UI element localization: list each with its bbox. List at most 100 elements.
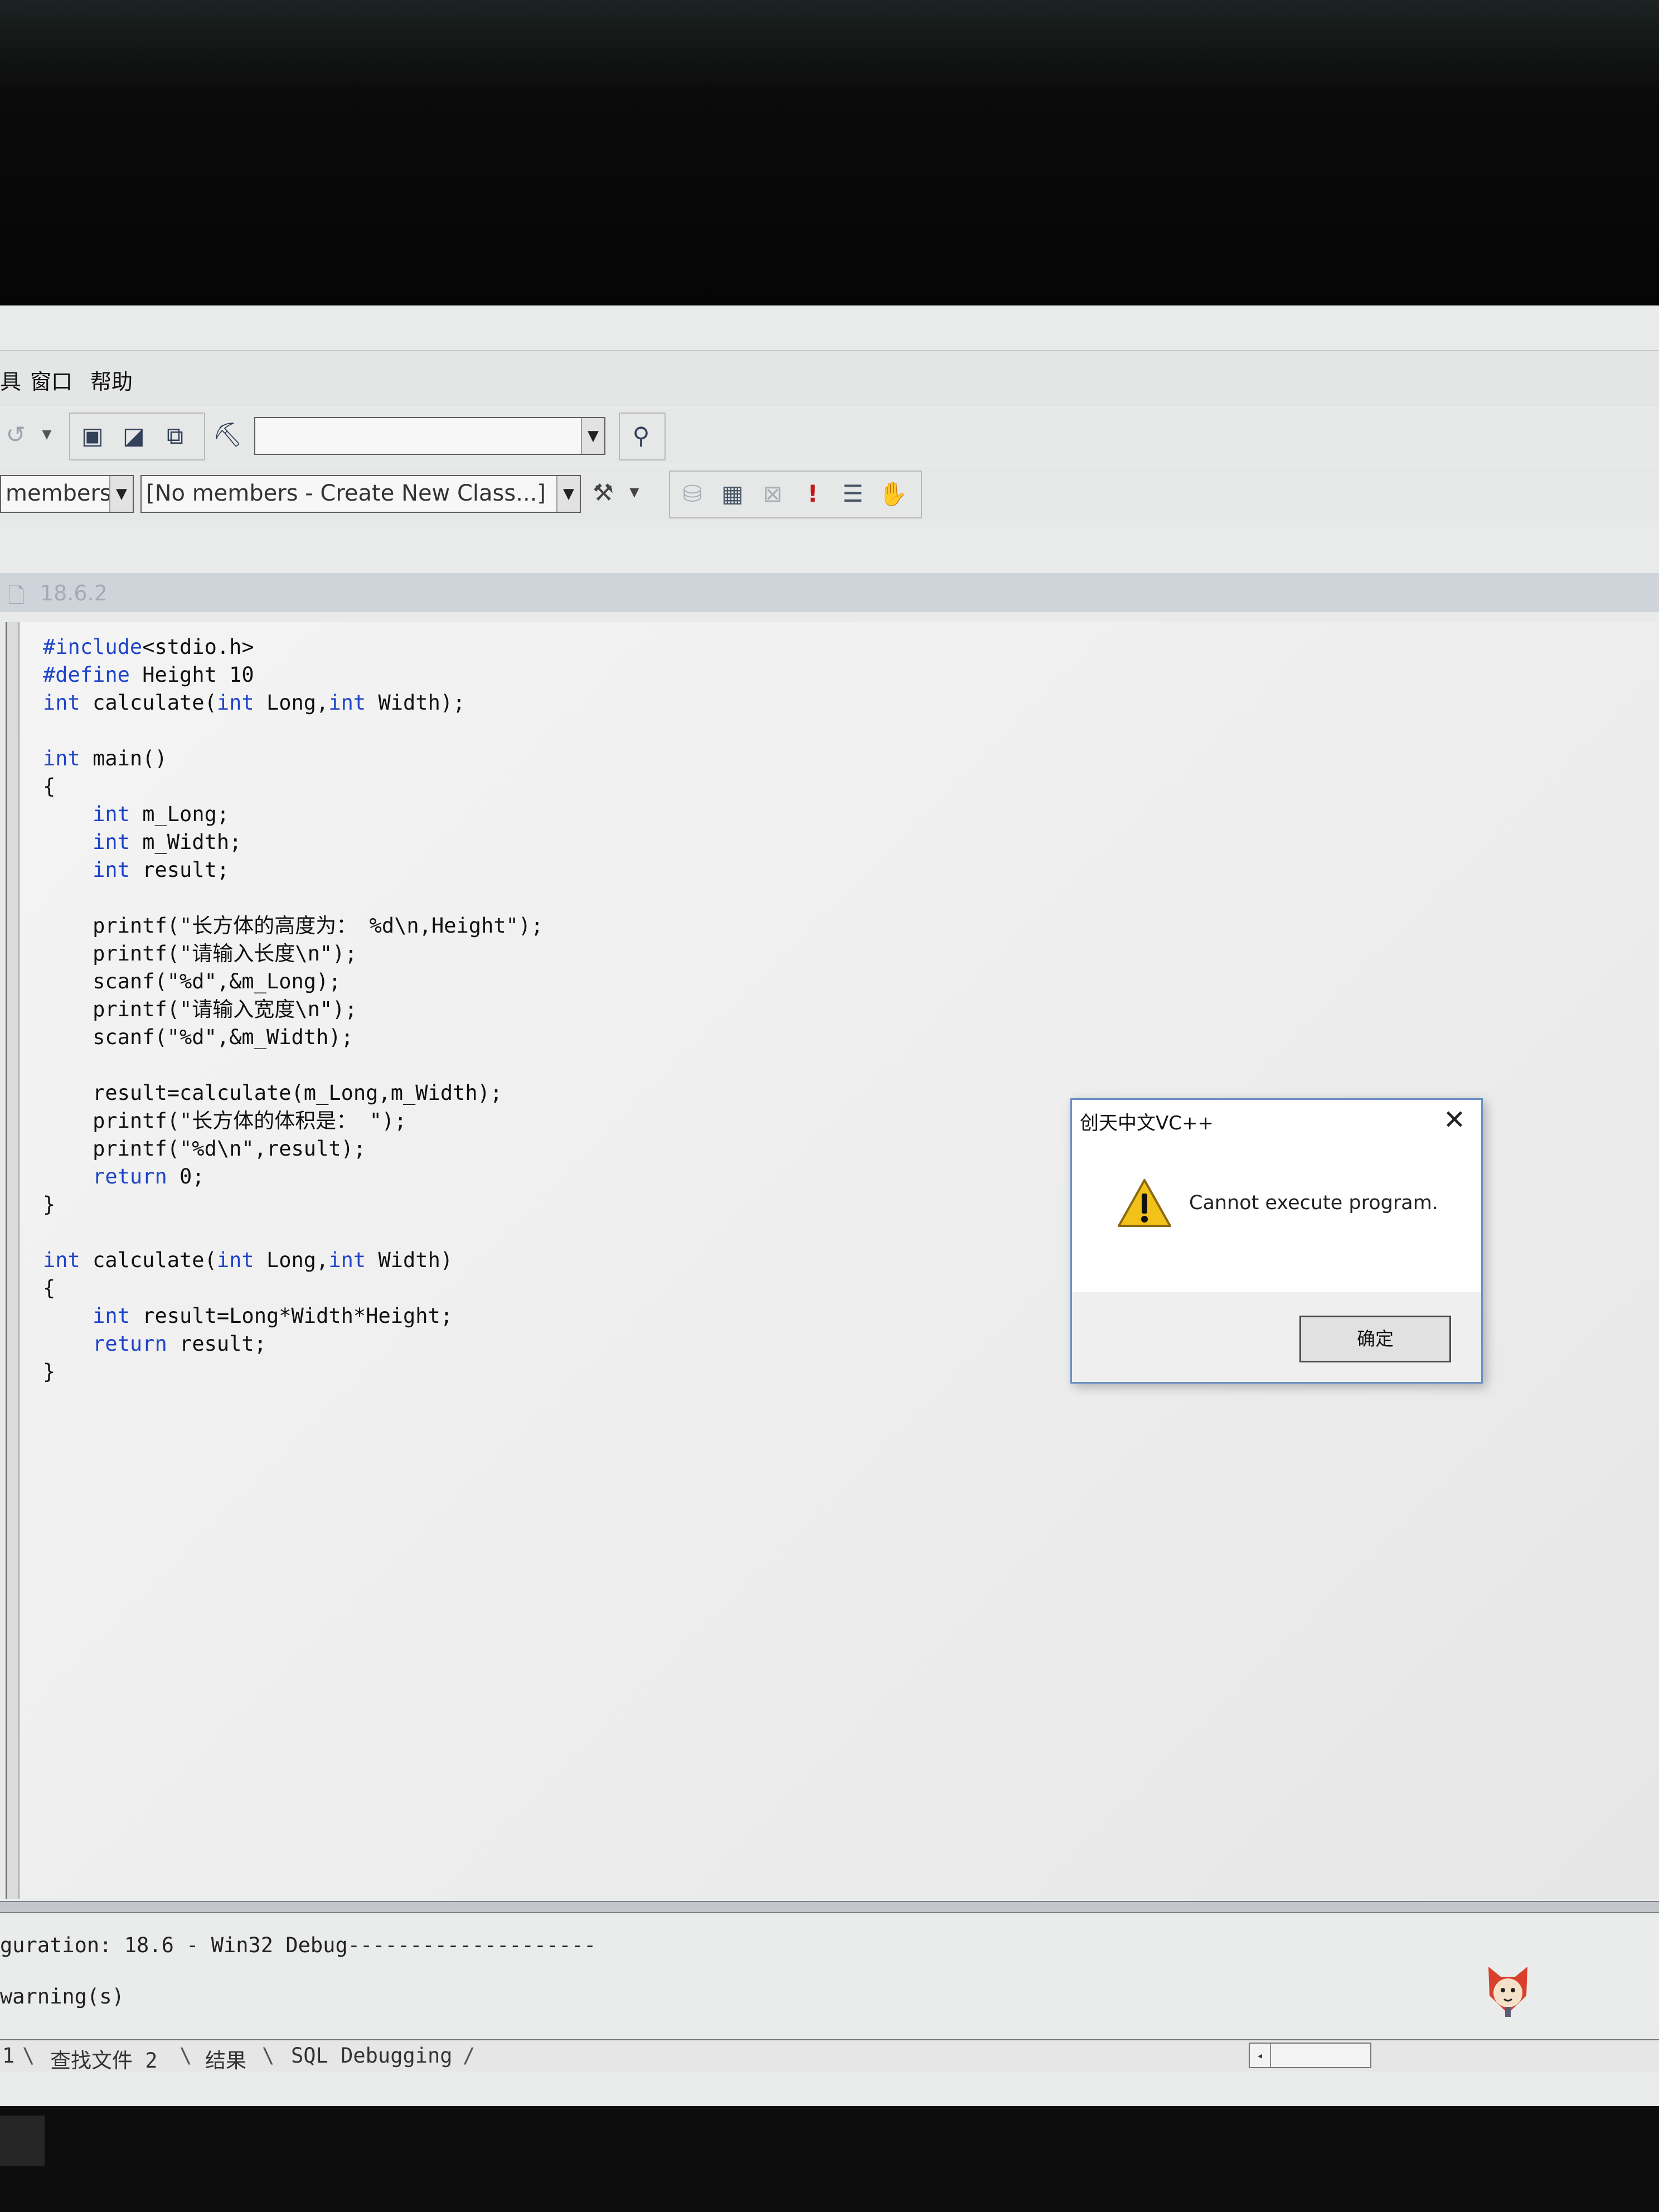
build-icon[interactable]: ▦: [717, 478, 748, 510]
class-members-combo[interactable]: [No members - Create New Class...] ▼: [140, 475, 581, 513]
code-line: }: [43, 1358, 543, 1386]
tab-separator: \: [22, 2044, 35, 2068]
monitor-bezel-bottom: [0, 2106, 1659, 2212]
chevron-down-icon[interactable]: ▼: [109, 476, 133, 512]
code-keyword: int: [216, 1248, 254, 1272]
output-icon[interactable]: ◪: [118, 420, 149, 452]
wizardbar-toolbar: members ▼ [No members - Create New Class…: [0, 467, 1659, 521]
code-line: int calculate(int Long,int Width);: [43, 689, 543, 717]
chevron-down-icon[interactable]: ▼: [581, 418, 604, 454]
members-combo-value: members: [6, 481, 111, 506]
code-keyword: int: [216, 691, 254, 715]
breakpoint-icon[interactable]: ✋: [877, 478, 909, 510]
code-text: printf("请输入长度\n");: [43, 942, 357, 966]
ok-button[interactable]: 确定: [1299, 1316, 1451, 1362]
monitor-bezel-top: [0, 0, 1659, 309]
code-line: {: [43, 1274, 543, 1302]
output-config-line: guration: 18.6 - Win32 Debug------------…: [0, 1933, 596, 1957]
code-text: result=Long*Width*Height;: [129, 1304, 453, 1328]
binoculars-icon[interactable]: ⚲: [625, 420, 657, 452]
undo-icon[interactable]: ↺: [0, 419, 31, 450]
wizard-icon[interactable]: ⚒: [588, 477, 619, 508]
toolbar-group-build: ⛁ ▦ ⊠ ! ☰ ✋: [669, 470, 922, 518]
toolbar-group-find: ⚲: [619, 413, 666, 460]
code-line: printf("请输入宽度\n");: [43, 996, 543, 1023]
editor-tab-title: 18.6.2: [40, 581, 108, 605]
tab-find-in-files-2[interactable]: 查找文件 2: [50, 2044, 158, 2074]
code-text: Width): [366, 1248, 453, 1272]
pane-splitter[interactable]: [0, 1901, 1659, 1913]
dialog-body: Cannot execute program.: [1072, 1144, 1481, 1278]
code-text: {: [43, 1276, 56, 1300]
mascot-icon: [1488, 1967, 1527, 2017]
source-code[interactable]: #include<stdio.h> #define Height 10 int ca…: [43, 633, 543, 1386]
code-text: scanf("%d",&m_Long);: [43, 969, 341, 993]
code-line: #define Height 10: [43, 661, 543, 689]
code-keyword: int: [93, 830, 130, 854]
code-text: result;: [129, 858, 230, 882]
tab-separator: \: [262, 2044, 275, 2068]
tab-results[interactable]: 结果: [205, 2044, 246, 2074]
taskbar-app-icon[interactable]: [0, 2116, 45, 2166]
code-line: int m_Long;: [43, 801, 543, 828]
code-text: Height 10: [129, 663, 254, 687]
output-warnings-line: warning(s): [0, 1985, 124, 2009]
code-keyword: int: [328, 691, 366, 715]
output-pane: guration: 18.6 - Win32 Debug------------…: [0, 1917, 1659, 2028]
code-preprocessor: #include: [43, 635, 143, 659]
code-text: m_Long;: [129, 802, 230, 826]
undo-dropdown-icon[interactable]: ▼: [31, 419, 62, 450]
wizard-dropdown-icon[interactable]: ▼: [619, 477, 650, 508]
code-text: <stdio.h>: [142, 635, 254, 659]
scroll-left-icon[interactable]: ◂: [1250, 2044, 1271, 2067]
code-keyword: return: [93, 1332, 167, 1356]
windows-icon[interactable]: ⧉: [159, 420, 191, 452]
find-combo[interactable]: ▼: [254, 417, 605, 455]
workspace-icon[interactable]: ▣: [77, 420, 108, 452]
menu-tools[interactable]: 具: [0, 365, 21, 395]
error-dialog: 创天中文VC++ ✕ Cannot execute program. 确定: [1070, 1098, 1483, 1384]
code-text: }: [43, 1192, 56, 1216]
chevron-down-icon[interactable]: ▼: [556, 476, 580, 512]
code-text: Long,: [254, 1248, 329, 1272]
code-line: return 0;: [43, 1163, 543, 1191]
tabs-scrollbar[interactable]: ◂: [1249, 2043, 1371, 2068]
code-line: return result;: [43, 1330, 543, 1358]
code-line: int calculate(int Long,int Width): [43, 1246, 543, 1274]
code-keyword: int: [93, 858, 130, 882]
close-icon[interactable]: ✕: [1438, 1104, 1471, 1136]
code-text: calculate(: [80, 1248, 217, 1272]
compile-icon[interactable]: ⛁: [677, 478, 708, 510]
standard-toolbar: ↺ ▼ ▣ ◪ ⧉ ⛏ ▼ ⚲: [0, 409, 1659, 463]
tab-sql-debugging[interactable]: SQL Debugging: [291, 2044, 453, 2068]
code-line: scanf("%d",&m_Long);: [43, 968, 543, 996]
menu-window[interactable]: 窗口: [30, 365, 72, 395]
members-combo[interactable]: members ▼: [0, 475, 134, 513]
code-line: printf("%d\n",result);: [43, 1135, 543, 1163]
code-text: printf("%d\n",result);: [43, 1137, 366, 1161]
class-members-combo-value: [No members - Create New Class...]: [146, 481, 546, 506]
code-line: int main(): [43, 745, 543, 773]
tab-build[interactable]: 1: [2, 2044, 14, 2068]
menu-help[interactable]: 帮助: [90, 365, 133, 395]
code-line: result=calculate(m_Long,m_Width);: [43, 1079, 543, 1107]
code-text: printf("长方体的高度为： %d\n,Height");: [43, 914, 544, 938]
stop-build-icon[interactable]: ⊠: [757, 478, 788, 510]
code-preprocessor: #define: [43, 663, 130, 687]
execute-icon[interactable]: !: [797, 478, 828, 510]
code-text: result=calculate(m_Long,m_Width);: [43, 1081, 503, 1105]
code-keyword: return: [93, 1165, 167, 1189]
code-text: printf("请输入宽度\n");: [43, 997, 357, 1021]
go-icon[interactable]: ☰: [837, 478, 869, 510]
ide-window: 具 窗口 帮助 ↺ ▼ ▣ ◪ ⧉ ⛏ ▼ ⚲ members ▼ [No me…: [0, 305, 1659, 2106]
output-tabs: 1 \ 查找文件 2 \ 结果 \ SQL Debugging / ◂: [0, 2039, 1659, 2074]
find-in-files-icon[interactable]: ⛏: [212, 419, 243, 450]
code-text: Long,: [254, 691, 329, 715]
